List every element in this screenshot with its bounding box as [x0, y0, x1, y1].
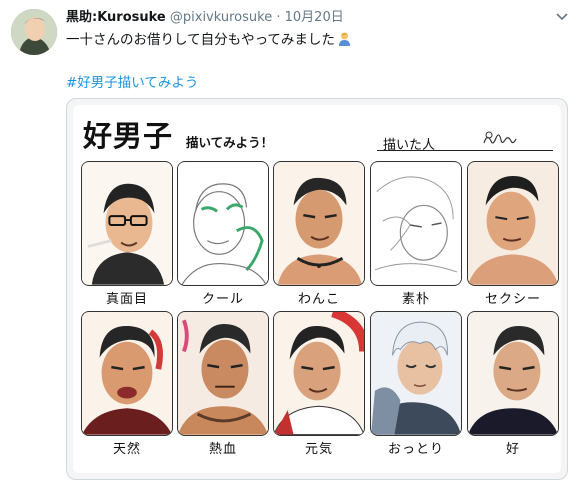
- portrait-image: [273, 311, 365, 436]
- portrait-cell: 好: [467, 311, 559, 457]
- display-name[interactable]: 黒助:Kurosuke: [66, 10, 166, 25]
- chevron-down-icon[interactable]: [554, 10, 570, 24]
- tweet-date[interactable]: 10月20日: [285, 10, 344, 25]
- tweet-text: 一十さんのお借りして自分もやってみました: [66, 31, 352, 50]
- portrait-image: [81, 311, 173, 436]
- portrait-cell: クール: [177, 161, 269, 307]
- portrait-cell: 元気: [273, 311, 365, 457]
- avatar[interactable]: [11, 9, 57, 55]
- hashtag-link[interactable]: #好男子描いてみよう: [66, 71, 198, 91]
- portrait-cell: 素朴: [370, 161, 462, 307]
- portrait-image: [467, 311, 559, 436]
- portrait-label: クール: [201, 292, 244, 307]
- portrait-cell: セクシー: [467, 161, 559, 307]
- portrait-cell: 天然: [81, 311, 173, 457]
- portrait-label: 素朴: [401, 292, 430, 307]
- portrait-image: [370, 161, 462, 286]
- portrait-label: 天然: [112, 442, 141, 457]
- portrait-cell: わんこ: [273, 161, 365, 307]
- portrait-cell: おっとり: [370, 311, 462, 457]
- portrait-image: [177, 161, 269, 286]
- portrait-label: 元気: [304, 442, 333, 457]
- portrait-label: 真面目: [105, 292, 148, 307]
- sheet-title: 好男子: [83, 119, 174, 153]
- portrait-image: [273, 161, 365, 286]
- portrait-label: 熱血: [208, 442, 237, 457]
- portrait-image: [81, 161, 173, 286]
- separator-dot: ·: [276, 10, 281, 25]
- user-handle[interactable]: @pixivkurosuke: [170, 10, 272, 25]
- tweet-body: 一十さんのお借りして自分もやってみました: [66, 32, 335, 48]
- portrait-cell: 熱血: [177, 311, 269, 457]
- portrait-label: わんこ: [297, 292, 340, 307]
- tweet-header: 黒助:Kurosuke @pixivkurosuke · 10月20日: [66, 9, 552, 27]
- artist-line: [377, 150, 553, 151]
- artist-signature: [481, 129, 519, 151]
- tweet-media[interactable]: 好男子 描いてみよう！ 描いた人 真面目 クール わんこ 素朴 セクシー 天然 …: [66, 98, 568, 480]
- portrait-cell: 真面目: [81, 161, 173, 307]
- sheet-subtitle: 描いてみよう！: [186, 135, 274, 150]
- portrait-label: セクシー: [484, 292, 541, 307]
- person-emoji-icon: [337, 31, 352, 46]
- portrait-image: [177, 311, 269, 436]
- portrait-image: [467, 161, 559, 286]
- portrait-image: [370, 311, 462, 436]
- portrait-label: 好: [505, 442, 520, 457]
- portrait-label: おっとり: [387, 442, 444, 457]
- character-sheet-image: 好男子 描いてみよう！ 描いた人 真面目 クール わんこ 素朴 セクシー 天然 …: [73, 105, 561, 473]
